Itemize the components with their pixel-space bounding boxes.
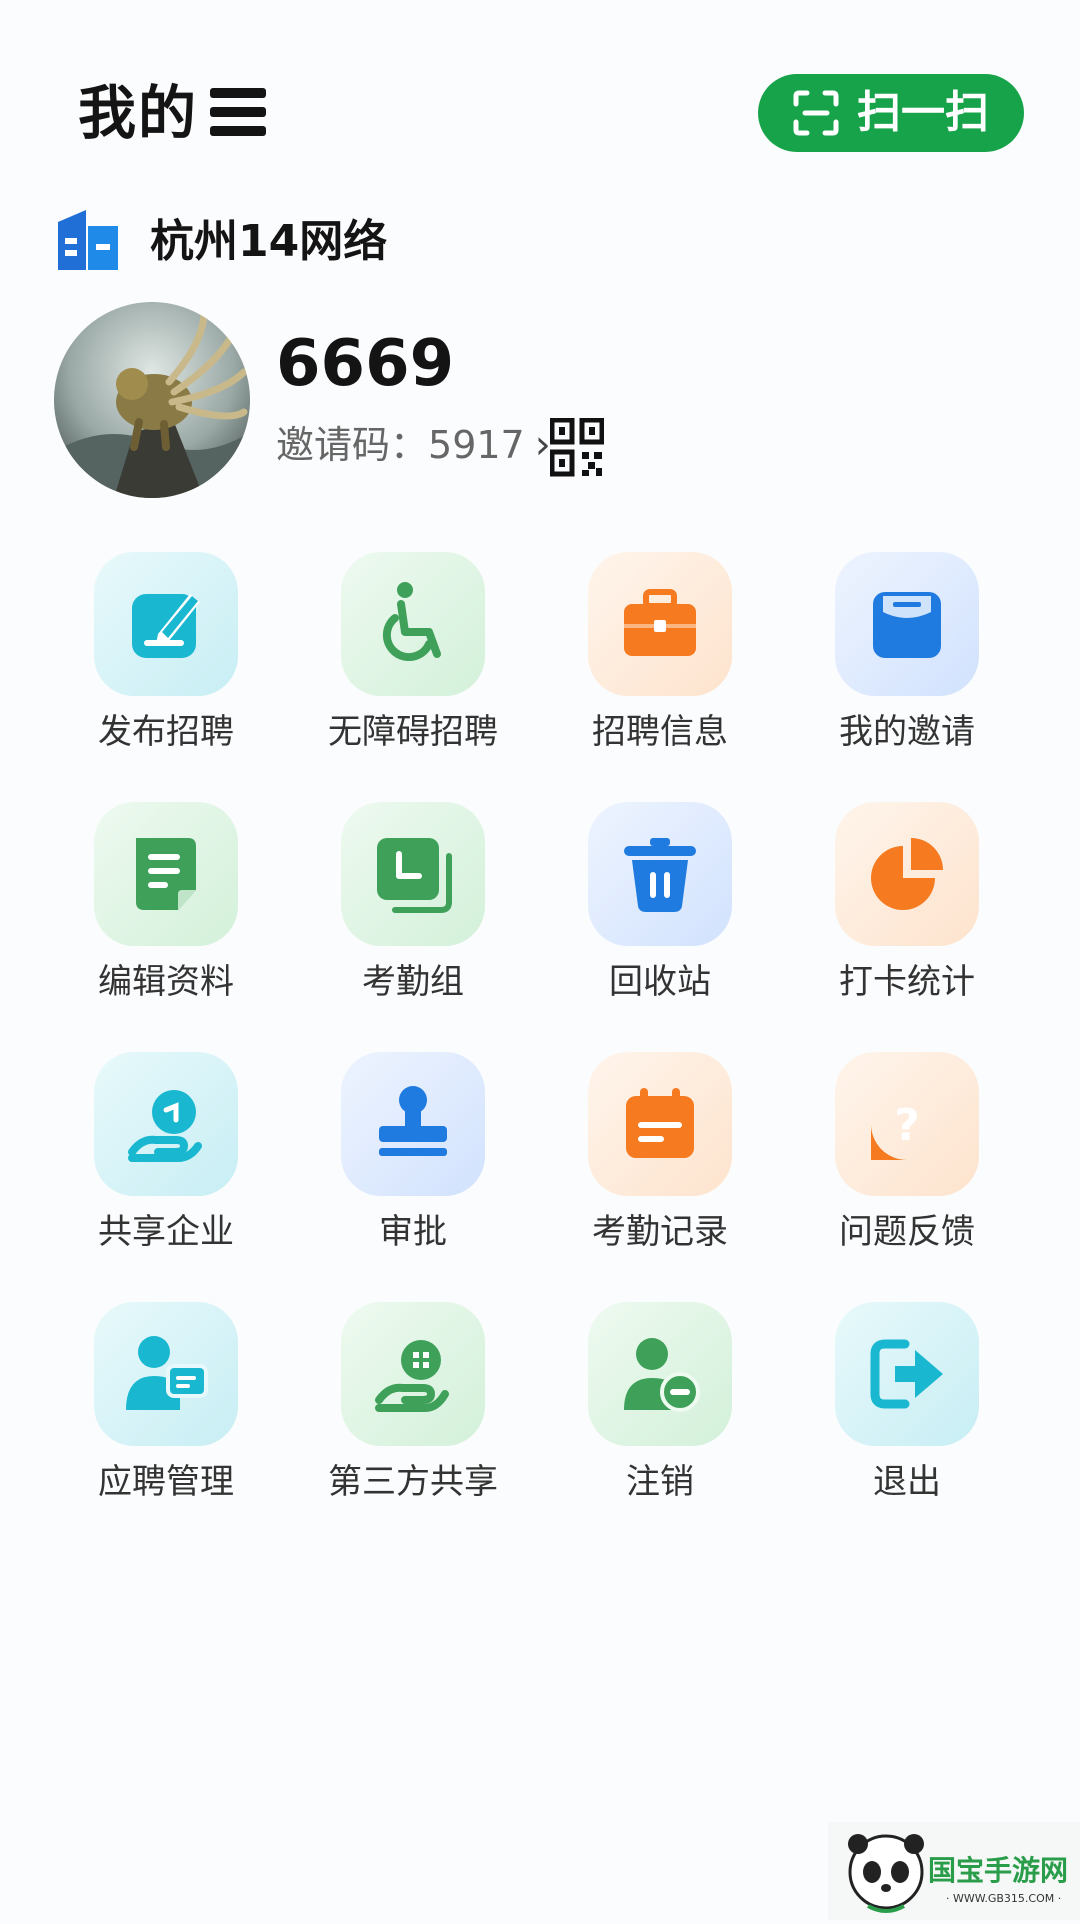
menu-item-approval[interactable]: 审批 [288,1052,538,1302]
menu-item-label: 打卡统计 [839,962,975,1002]
scan-button[interactable]: 扫一扫 [758,74,1024,152]
menu-item-label: 第三方共享 [328,1462,498,1502]
menu-item-label: 编辑资料 [98,962,234,1002]
stamp-icon [379,1086,447,1156]
menu-item-accessible-recruit[interactable]: 无障碍招聘 [288,552,538,802]
person-chat-icon [126,1336,208,1410]
question-icon: ? [871,1088,943,1160]
building-icon [58,210,118,270]
svg-text:国宝手游网: 国宝手游网 [928,1854,1068,1887]
invite-code: 5917 [428,423,525,467]
trash-icon [624,838,696,912]
pie-chart-icon [871,838,943,910]
user-id: 6669 [276,327,455,401]
menu-item-label: 共享企业 [98,1212,234,1252]
scan-label: 扫一扫 [857,87,989,138]
menu-item-label: 我的邀请 [839,712,975,752]
menu-item-my-invitation[interactable]: 我的邀请 [782,552,1032,802]
menu-item-deregister[interactable]: 注销 [535,1302,785,1552]
menu-item-label: 问题反馈 [839,1212,975,1252]
page-title: 我的 [78,79,199,147]
company-name: 杭州14网络 [150,216,388,267]
svg-text:?: ? [894,1100,920,1151]
menu-item-label: 发布招聘 [98,712,234,752]
menu-item-label: 招聘信息 [592,712,728,752]
hand-share-icon [375,1340,449,1412]
invite-label: 邀请码： [276,423,429,467]
clock-stack-icon [377,838,452,913]
menu-item-label: 考勤组 [362,962,464,1002]
menu-item-third-party-share[interactable]: 第三方共享 [288,1302,538,1552]
avatar[interactable] [54,302,250,498]
hand-person-icon [128,1090,202,1162]
menu-item-shared-company[interactable]: 共享企业 [41,1052,291,1302]
menu-item-attendance-record[interactable]: 考勤记录 [535,1052,785,1302]
menu-item-edit-profile[interactable]: 编辑资料 [41,802,291,1052]
edit-post-icon [132,594,200,658]
menu-item-label: 审批 [379,1212,447,1252]
menu-item-clock-in-stats[interactable]: 打卡统计 [782,802,1032,1052]
watermark-logo: 国宝手游网 · WWW.GB315.COM · [828,1822,1080,1920]
menu-item-label: 回收站 [609,962,711,1002]
menu-item-logout[interactable]: 退出 [782,1302,1032,1552]
menu-icon[interactable] [210,86,266,138]
menu-item-label: 退出 [873,1462,941,1502]
document-icon [136,838,196,910]
menu-item-label: 应聘管理 [98,1462,234,1502]
scan-icon [793,90,839,136]
menu-item-application-management[interactable]: 应聘管理 [41,1302,291,1552]
wheelchair-icon [382,582,441,662]
menu-item-attendance-group[interactable]: 考勤组 [288,802,538,1052]
menu-item-recycle-bin[interactable]: 回收站 [535,802,785,1052]
person-remove-icon [624,1338,700,1412]
menu-item-post-job[interactable]: 发布招聘 [41,552,291,802]
menu-item-job-info[interactable]: 招聘信息 [535,552,785,802]
chevron-right-icon: › [534,422,551,468]
svg-text:· WWW.GB315.COM ·: · WWW.GB315.COM · [946,1892,1061,1905]
menu-item-label: 注销 [626,1462,694,1502]
menu-item-feedback[interactable]: ? 问题反馈 [782,1052,1032,1302]
calendar-icon [626,1088,694,1158]
invite-code-row[interactable]: 邀请码： 5917 › [276,420,551,470]
logout-icon [870,1339,943,1409]
briefcase-icon [624,589,696,656]
menu-item-label: 无障碍招聘 [328,712,498,752]
menu-item-label: 考勤记录 [592,1212,728,1252]
inbox-icon [873,592,941,658]
qr-code-icon[interactable] [550,418,604,478]
